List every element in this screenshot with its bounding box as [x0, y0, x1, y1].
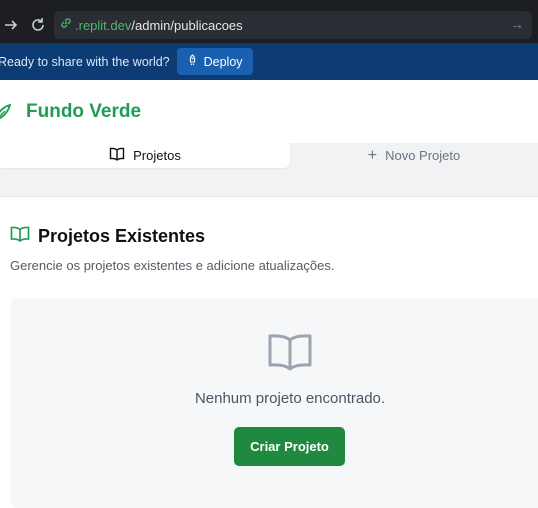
book-open-icon — [10, 226, 30, 247]
tab-projetos[interactable]: Projetos — [0, 143, 290, 168]
forward-icon[interactable] — [0, 14, 22, 36]
link-icon — [60, 16, 72, 34]
plus-icon: + — [367, 146, 378, 164]
create-project-button[interactable]: Criar Projeto — [234, 427, 345, 466]
deploy-button[interactable]: Deploy — [176, 48, 253, 75]
deploy-message: Ready to share with the world? — [0, 54, 170, 69]
brand-title: Fundo Verde — [26, 100, 142, 122]
tab-novo-projeto[interactable]: + Novo Projeto — [290, 143, 538, 168]
reload-icon[interactable] — [27, 14, 49, 36]
deploy-banner: Ready to share with the world? Deploy — [0, 43, 538, 80]
url-host: .replit.dev — [75, 17, 132, 33]
tab-novo-projeto-label: Novo Projeto — [385, 148, 461, 163]
tab-projetos-label: Projetos — [133, 148, 181, 163]
empty-message: Nenhum projeto encontrado. — [194, 390, 386, 407]
rocket-icon — [187, 54, 198, 69]
go-arrow-icon[interactable]: → — [510, 16, 524, 32]
section-header: Projetos Existentes — [10, 226, 205, 247]
section-subtitle: Gerencie os projetos existentes e adicio… — [10, 258, 335, 273]
deploy-button-label: Deploy — [203, 54, 243, 69]
book-icon-large — [267, 333, 313, 378]
app-header: Fundo Verde — [0, 80, 538, 144]
empty-state: Nenhum projeto encontrado. Criar Projeto — [10, 298, 538, 508]
browser-toolbar: .replit.dev/admin/publicacoes → — [0, 0, 538, 43]
leaf-icon — [0, 102, 12, 127]
section-title: Projetos Existentes — [38, 226, 206, 246]
url-path: /admin/publicacoes — [131, 17, 243, 33]
book-icon — [109, 147, 125, 164]
tab-bar: Projetos + Novo Projeto — [0, 143, 538, 197]
address-bar[interactable]: .replit.dev/admin/publicacoes → — [54, 11, 532, 39]
